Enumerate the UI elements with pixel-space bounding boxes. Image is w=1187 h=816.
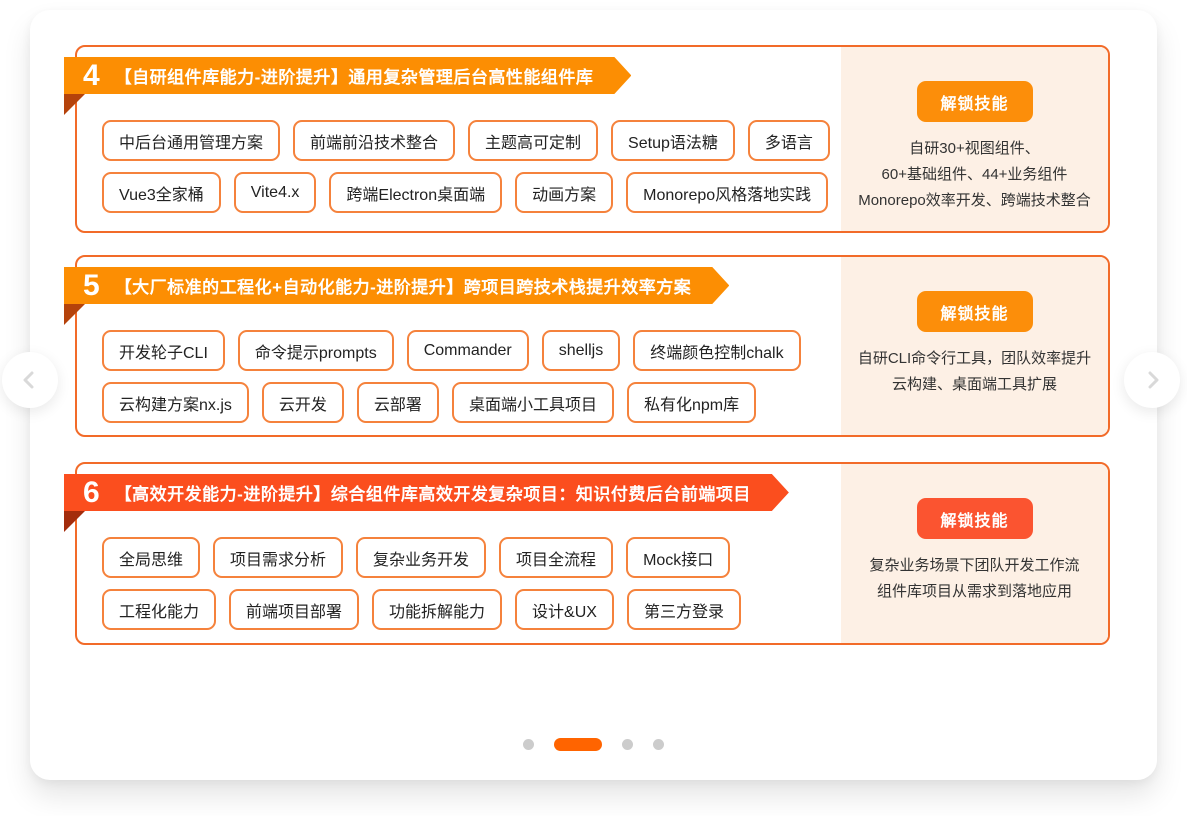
pagination-dot[interactable] — [653, 739, 664, 750]
carousel-pagination — [30, 738, 1157, 751]
section-number: 4 — [83, 57, 100, 94]
skill-tag-row: 全局思维 项目需求分析 复杂业务开发 项目全流程 Mock接口 — [102, 537, 741, 578]
skill-tag: 中后台通用管理方案 — [102, 120, 280, 161]
skill-tag: 项目全流程 — [499, 537, 613, 578]
skills-description-line: 云构建、桌面端工具扩展 — [845, 372, 1104, 398]
skill-tag-row: 中后台通用管理方案 前端前沿技术整合 主题高可定制 Setup语法糖 多语言 — [102, 120, 830, 161]
skill-tag: Commander — [407, 330, 529, 371]
section-number: 6 — [83, 474, 100, 511]
section-title: 【自研组件库能力-进阶提升】通用复杂管理后台高性能组件库 — [115, 63, 594, 88]
skill-tag: 前端前沿技术整合 — [293, 120, 455, 161]
skills-description-line: 自研30+视图组件、 — [845, 136, 1104, 162]
skill-tag: 命令提示prompts — [238, 330, 394, 371]
skills-description: 自研CLI命令行工具，团队效率提升 云构建、桌面端工具扩展 — [841, 346, 1108, 398]
skill-tag: 全局思维 — [102, 537, 200, 578]
unlock-panel: 解锁技能 自研CLI命令行工具，团队效率提升 云构建、桌面端工具扩展 — [841, 257, 1108, 435]
section-ribbon: 4 【自研组件库能力-进阶提升】通用复杂管理后台高性能组件库 — [64, 57, 631, 94]
skill-tag-list: 开发轮子CLI 命令提示prompts Commander shelljs 终端… — [102, 330, 801, 423]
ribbon-fold — [64, 94, 85, 115]
skill-tag: 动画方案 — [515, 172, 613, 213]
pagination-dot[interactable] — [523, 739, 534, 750]
skill-tag: Monorepo风格落地实践 — [626, 172, 828, 213]
section-ribbon: 6 【高效开发能力-进阶提升】综合组件库高效开发复杂项目：知识付费后台前端项目 — [64, 474, 789, 511]
course-section-card-6: 6 【高效开发能力-进阶提升】综合组件库高效开发复杂项目：知识付费后台前端项目 … — [75, 462, 1110, 645]
skill-tag: Vue3全家桶 — [102, 172, 221, 213]
skill-tag: 桌面端小工具项目 — [452, 382, 614, 423]
skill-tag: Setup语法糖 — [611, 120, 735, 161]
skill-tag-row: 工程化能力 前端项目部署 功能拆解能力 设计&UX 第三方登录 — [102, 589, 741, 630]
skill-tag-row: Vue3全家桶 Vite4.x 跨端Electron桌面端 动画方案 Monor… — [102, 172, 830, 213]
unlock-skills-button[interactable]: 解锁技能 — [917, 498, 1033, 539]
skills-description-line: 自研CLI命令行工具，团队效率提升 — [845, 346, 1104, 372]
unlock-panel: 解锁技能 自研30+视图组件、 60+基础组件、44+业务组件 Monorepo… — [841, 47, 1108, 231]
skill-tag: 第三方登录 — [627, 589, 741, 630]
ribbon-fold — [64, 304, 85, 325]
skill-tag: 开发轮子CLI — [102, 330, 225, 371]
skill-tag-row: 开发轮子CLI 命令提示prompts Commander shelljs 终端… — [102, 330, 801, 371]
skill-tag: 项目需求分析 — [213, 537, 343, 578]
section-number: 5 — [83, 267, 100, 304]
section-title: 【高效开发能力-进阶提升】综合组件库高效开发复杂项目：知识付费后台前端项目 — [115, 480, 751, 505]
carousel-panel: 4 【自研组件库能力-进阶提升】通用复杂管理后台高性能组件库 中后台通用管理方案… — [30, 10, 1157, 780]
skills-description-line: Monorepo效率开发、跨端技术整合 — [845, 188, 1104, 214]
skills-description-line: 复杂业务场景下团队开发工作流 — [845, 553, 1104, 579]
skill-tag: 终端颜色控制chalk — [633, 330, 800, 371]
skill-tag: 前端项目部署 — [229, 589, 359, 630]
section-title: 【大厂标准的工程化+自动化能力-进阶提升】跨项目跨技术栈提升效率方案 — [115, 273, 692, 298]
skill-tag: 复杂业务开发 — [356, 537, 486, 578]
course-section-card-4: 4 【自研组件库能力-进阶提升】通用复杂管理后台高性能组件库 中后台通用管理方案… — [75, 45, 1110, 233]
next-slide-button[interactable] — [1124, 352, 1180, 408]
skills-description-line: 60+基础组件、44+业务组件 — [845, 162, 1104, 188]
skill-tag: Mock接口 — [626, 537, 730, 578]
chevron-right-icon — [1140, 368, 1164, 392]
skill-tag: 云部署 — [357, 382, 439, 423]
skill-tag: 跨端Electron桌面端 — [329, 172, 502, 213]
course-carousel-screen: 4 【自研组件库能力-进阶提升】通用复杂管理后台高性能组件库 中后台通用管理方案… — [0, 0, 1187, 816]
skills-description: 自研30+视图组件、 60+基础组件、44+业务组件 Monorepo效率开发、… — [841, 136, 1108, 214]
skill-tag: shelljs — [542, 330, 620, 371]
pagination-dot-active[interactable] — [554, 738, 602, 751]
chevron-left-icon — [18, 368, 42, 392]
unlock-skills-button[interactable]: 解锁技能 — [917, 81, 1033, 122]
skill-tag: 功能拆解能力 — [372, 589, 502, 630]
skill-tag: 主题高可定制 — [468, 120, 598, 161]
prev-slide-button[interactable] — [2, 352, 58, 408]
ribbon-fold — [64, 511, 85, 532]
skill-tag-row: 云构建方案nx.js 云开发 云部署 桌面端小工具项目 私有化npm库 — [102, 382, 801, 423]
skill-tag: Vite4.x — [234, 172, 317, 213]
skill-tag-list: 全局思维 项目需求分析 复杂业务开发 项目全流程 Mock接口 工程化能力 前端… — [102, 537, 741, 630]
skill-tag-list: 中后台通用管理方案 前端前沿技术整合 主题高可定制 Setup语法糖 多语言 V… — [102, 120, 830, 213]
skills-description: 复杂业务场景下团队开发工作流 组件库项目从需求到落地应用 — [841, 553, 1108, 605]
unlock-panel: 解锁技能 复杂业务场景下团队开发工作流 组件库项目从需求到落地应用 — [841, 464, 1108, 643]
skill-tag: 私有化npm库 — [627, 382, 756, 423]
pagination-dot[interactable] — [622, 739, 633, 750]
skill-tag: 设计&UX — [515, 589, 614, 630]
course-section-card-5: 5 【大厂标准的工程化+自动化能力-进阶提升】跨项目跨技术栈提升效率方案 开发轮… — [75, 255, 1110, 437]
skill-tag: 工程化能力 — [102, 589, 216, 630]
unlock-skills-button[interactable]: 解锁技能 — [917, 291, 1033, 332]
skill-tag: 云构建方案nx.js — [102, 382, 249, 423]
skill-tag: 多语言 — [748, 120, 830, 161]
section-ribbon: 5 【大厂标准的工程化+自动化能力-进阶提升】跨项目跨技术栈提升效率方案 — [64, 267, 729, 304]
skill-tag: 云开发 — [262, 382, 344, 423]
skills-description-line: 组件库项目从需求到落地应用 — [845, 579, 1104, 605]
